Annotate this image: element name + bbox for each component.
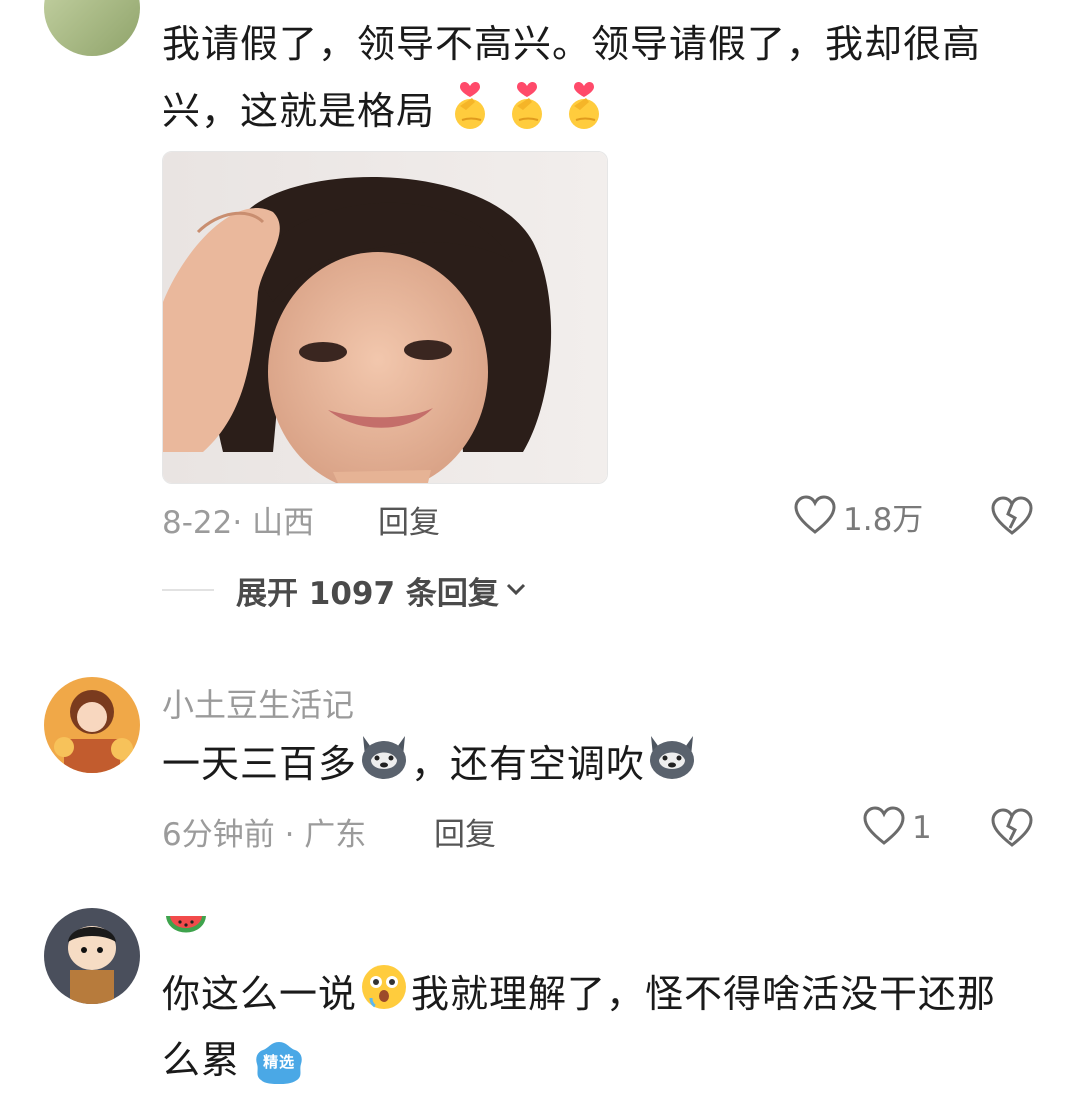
comment-text: 我请假了，领导不高兴。领导请假了，我却很高: [162, 12, 1042, 76]
expand-replies-label: 展开 1097 条回复: [236, 576, 499, 612]
chevron-down-icon: [505, 581, 527, 601]
expand-replies-button[interactable]: 展开 1097 条回复: [236, 568, 527, 613]
watermelon-icon: [164, 912, 208, 952]
comment-line-1: 我请假了，领导不高兴。领导请假了，我却很高: [162, 22, 982, 66]
like-button[interactable]: 1: [862, 806, 932, 850]
like-count: 1.8万: [843, 502, 924, 538]
avatar[interactable]: [44, 0, 140, 56]
comment-image[interactable]: [162, 151, 608, 484]
dislike-button[interactable]: [990, 496, 1034, 540]
avatar[interactable]: [44, 677, 140, 773]
featured-badge-label: 精选: [263, 1052, 296, 1071]
avatar[interactable]: [44, 908, 140, 1004]
dislike-button[interactable]: [990, 808, 1034, 852]
heart-icon: [862, 806, 906, 850]
comment-text-line-2: 兴，这就是格局: [162, 76, 1042, 151]
broken-heart-icon: [990, 808, 1034, 852]
comment-date-location: 8-22· 山西: [162, 505, 315, 541]
expand-divider: [162, 589, 214, 591]
broken-heart-icon: [990, 496, 1034, 540]
comment-date-location: 6分钟前 · 广东: [162, 817, 367, 853]
comment-text-line-2: 么累 精选: [162, 1028, 1042, 1092]
finger-heart-icon: [505, 76, 549, 151]
reply-button[interactable]: 回复: [378, 497, 440, 542]
shocked-face-icon: [357, 962, 411, 1031]
reply-button[interactable]: 回复: [434, 809, 496, 854]
comment-text: 你这么一说 我就理解了，怪不得啥活没干还那: [162, 962, 1052, 1031]
finger-heart-icon: [448, 76, 492, 151]
finger-heart-icon: [562, 76, 606, 151]
husky-emoji-icon: [357, 732, 411, 801]
like-count: 1: [912, 810, 932, 846]
username[interactable]: 小土豆生活记: [162, 680, 354, 726]
comment-text: 一天三百多 ，还有空调吹: [162, 732, 1042, 801]
like-button[interactable]: 1.8万: [793, 494, 923, 539]
husky-emoji-icon: [645, 732, 699, 801]
featured-badge: 精选: [253, 1040, 305, 1086]
heart-icon: [793, 494, 837, 539]
